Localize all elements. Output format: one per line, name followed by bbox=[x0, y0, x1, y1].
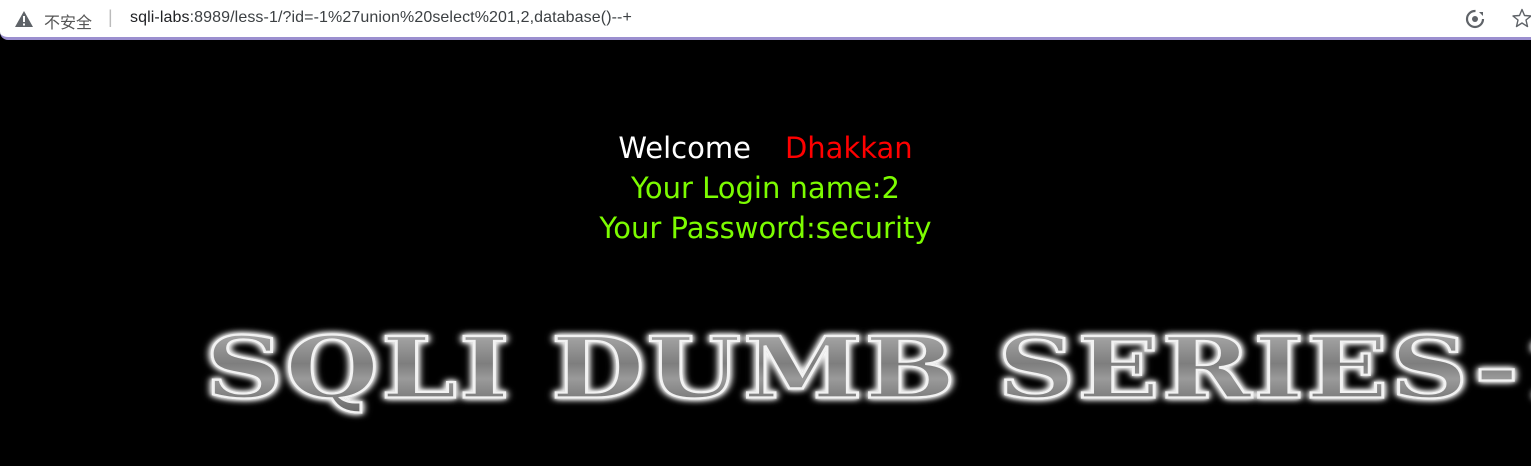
url-host: sqli-labs bbox=[130, 9, 190, 26]
login-result: Welcome Dhakkan Your Login name:2 Your Pa… bbox=[0, 128, 1531, 248]
browser-address-bar: 不安全 | sqli-labs:8989/less-1/?id=-1%27uni… bbox=[0, 0, 1531, 40]
welcome-name: Dhakkan bbox=[784, 131, 913, 165]
url-path: :8989/less-1/?id=-1%27union%20select%201… bbox=[189, 9, 632, 26]
security-status-label[interactable]: 不安全 bbox=[44, 9, 92, 33]
login-name-line: Your Login name:2 bbox=[630, 171, 901, 205]
url-input[interactable]: sqli-labs:8989/less-1/?id=-1%27union%20s… bbox=[130, 9, 632, 27]
reload-icon[interactable] bbox=[1465, 9, 1485, 29]
bookmark-star-icon[interactable] bbox=[1512, 8, 1531, 28]
sqli-banner-logo: SQLI DUMB SERIES-1 bbox=[203, 316, 1531, 446]
password-line: Your Password:security bbox=[599, 211, 932, 245]
warning-icon[interactable] bbox=[15, 11, 33, 27]
welcome-line: Welcome Dhakkan bbox=[0, 128, 1531, 168]
url-separator: | bbox=[108, 7, 113, 27]
welcome-word: Welcome bbox=[618, 131, 751, 165]
banner-text: SQLI DUMB SERIES-1 bbox=[203, 318, 1531, 419]
